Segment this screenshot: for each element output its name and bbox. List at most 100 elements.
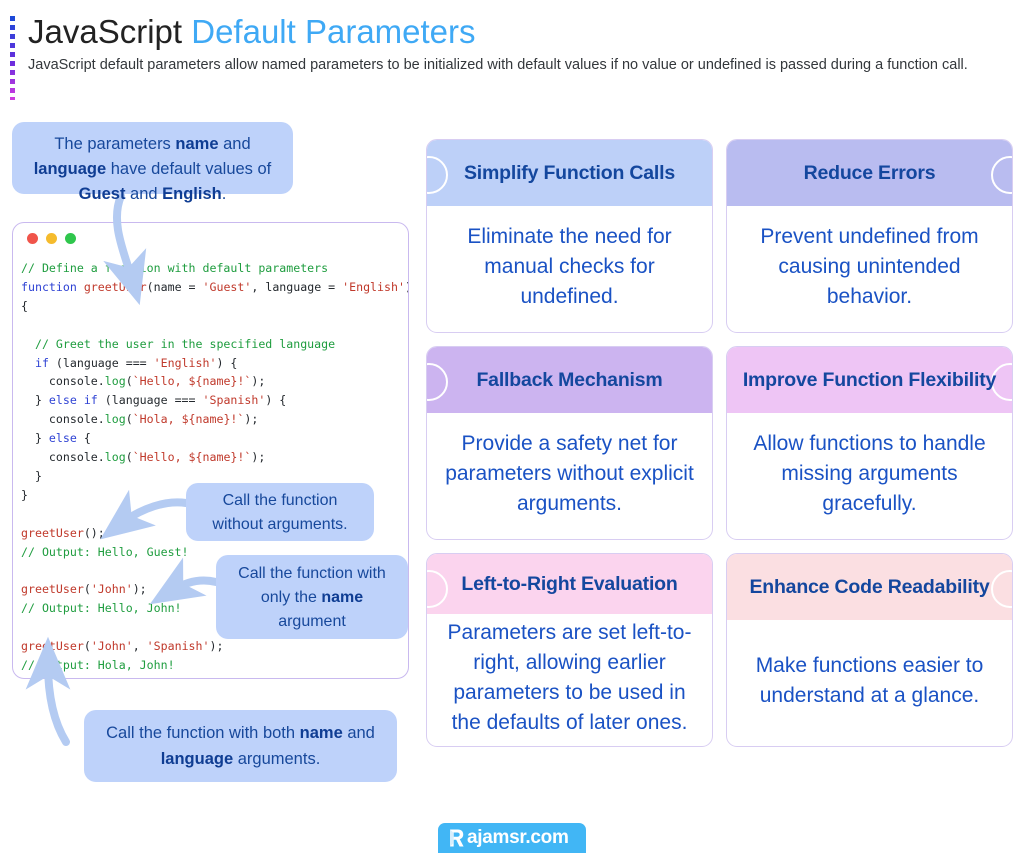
decorative-circle-icon — [427, 363, 448, 401]
code-token: } — [21, 487, 28, 502]
code-line: console.log(`Hola, ${name}!`); — [21, 410, 408, 429]
code-token: { — [76, 431, 91, 446]
code-token: console. — [21, 412, 105, 427]
code-line: console.log(`Hello, ${name}!`); — [21, 372, 408, 391]
code-line: greetUser('John', 'Spanish'); — [21, 637, 408, 656]
code-token: } — [21, 431, 49, 446]
code-line: function greetUser(name = 'Guest', langu… — [21, 278, 408, 297]
code-token: ( — [83, 639, 91, 654]
callout-emphasis: name — [299, 724, 343, 742]
callout-span: Call the function with only the — [238, 565, 386, 606]
rajamsr-logo-icon — [450, 829, 464, 847]
benefit-card[interactable]: Fallback Mechanism Provide a safety net f… — [426, 346, 713, 540]
benefit-card[interactable]: Enhance Code Readability Make functions e… — [726, 553, 1013, 747]
benefit-card[interactable]: Improve Function Flexibility Allow functi… — [726, 346, 1013, 540]
minimize-dot-icon[interactable] — [46, 233, 57, 244]
decorative-circle-icon — [427, 570, 448, 608]
callout-span: Call the function without arguments. — [212, 492, 348, 533]
callout-text: Call the function with both name and lan… — [106, 724, 375, 768]
code-token: } — [21, 468, 42, 483]
callout-call-with-name-argument: Call the function with only the name arg… — [216, 555, 408, 639]
code-token: 'Spanish' — [202, 393, 266, 408]
callout-span: and — [218, 135, 251, 153]
code-token: ); — [209, 639, 224, 654]
callout-span: and — [342, 724, 375, 742]
benefit-card-text: Provide a safety net for parameters with… — [445, 432, 694, 515]
code-token: ); — [132, 582, 147, 597]
callout-emphasis: Guest — [78, 185, 126, 203]
benefit-card-title: Improve Function Flexibility — [742, 368, 997, 391]
page-header: JavaScript Default Parameters JavaScript… — [0, 12, 1010, 100]
close-dot-icon[interactable] — [27, 233, 38, 244]
page-title-plain: JavaScript — [28, 13, 183, 50]
benefit-card-text: Parameters are set left-to-right, allowi… — [447, 621, 692, 734]
benefit-card-title: Simplify Function Calls — [463, 161, 675, 184]
callout-span: argument — [278, 613, 346, 630]
code-token: ); — [244, 412, 259, 427]
code-line: // Output: Hola, John! — [21, 656, 408, 675]
benefit-card-text: Prevent undefined from causing unintende… — [760, 225, 979, 308]
code-token: ); — [251, 374, 266, 389]
benefit-card[interactable]: Reduce Errors Prevent undefined from caus… — [726, 139, 1013, 333]
benefit-card-body: Allow functions to handle missing argume… — [727, 413, 1012, 539]
benefit-card-body: Make functions easier to understand at a… — [727, 620, 1012, 746]
code-token: ( — [125, 450, 133, 465]
code-token: function — [21, 279, 84, 294]
benefit-card-text: Make functions easier to understand at a… — [755, 654, 984, 707]
code-token: ( — [83, 582, 91, 597]
code-token: greetUser — [21, 639, 84, 654]
code-token: , language = — [251, 279, 343, 294]
benefit-card[interactable]: Left-to-Right Evaluation Parameters are s… — [426, 553, 713, 747]
code-token: { — [21, 298, 28, 313]
code-token: (language === — [97, 393, 203, 408]
benefit-card[interactable]: Simplify Function Calls Eliminate the nee… — [426, 139, 713, 333]
code-token: ) { — [265, 393, 287, 408]
code-token: ) — [405, 280, 408, 294]
benefit-cards-grid: Simplify Function Calls Eliminate the nee… — [426, 139, 1013, 747]
window-traffic-lights — [27, 233, 76, 244]
footer-brand-badge[interactable]: ajamsr.com — [438, 823, 586, 853]
code-token: ( — [125, 412, 133, 427]
code-token: (language === — [48, 355, 154, 370]
code-token: log — [104, 450, 126, 465]
benefit-card-header: Simplify Function Calls — [427, 140, 712, 206]
code-token: else if — [48, 393, 98, 408]
code-token: ( — [125, 374, 133, 389]
code-line: if (language === 'English') { — [21, 354, 408, 373]
callout-text: Call the function without arguments. — [212, 492, 347, 533]
callout-text: Call the function with only the name arg… — [238, 565, 386, 630]
code-token: greetUser — [21, 582, 84, 597]
callout-span: arguments. — [233, 750, 321, 768]
callout-emphasis: English — [162, 185, 222, 203]
code-token: `Hello, ${name}!` — [132, 374, 252, 389]
code-token: // Output: Hello, John! — [21, 601, 182, 616]
benefit-card-header: Left-to-Right Evaluation — [427, 554, 712, 614]
code-token: (name = — [146, 279, 203, 294]
callout-span: have default values of — [106, 160, 272, 178]
footer-brand-text: ajamsr.com — [467, 827, 569, 848]
code-line: } else { — [21, 429, 408, 448]
code-line: // Greet the user in the specified langu… — [21, 335, 408, 354]
benefit-card-text: Allow functions to handle missing argume… — [753, 432, 986, 515]
code-line: { — [21, 297, 408, 316]
benefit-card-header: Improve Function Flexibility — [727, 347, 1012, 413]
code-token: ) { — [216, 355, 238, 370]
code-token: else — [48, 431, 77, 446]
callout-span: Call the function with both — [106, 724, 300, 742]
callout-emphasis: language — [33, 160, 107, 178]
benefit-card-header: Fallback Mechanism — [427, 347, 712, 413]
maximize-dot-icon[interactable] — [65, 233, 76, 244]
code-token: console. — [21, 374, 105, 389]
code-token: } — [21, 393, 49, 408]
callout-span: The parameters — [54, 135, 176, 153]
page-title: JavaScript Default Parameters — [28, 12, 1010, 52]
code-token: 'English' — [342, 279, 405, 294]
decorative-circle-icon — [427, 156, 448, 194]
benefit-card-header: Reduce Errors — [727, 140, 1012, 206]
benefit-card-text: Eliminate the need for manual checks for… — [467, 225, 672, 308]
code-token: `Hello, ${name}!` — [132, 450, 252, 465]
code-line: // Define a function with default parame… — [21, 259, 408, 278]
decorative-circle-icon — [991, 570, 1012, 608]
